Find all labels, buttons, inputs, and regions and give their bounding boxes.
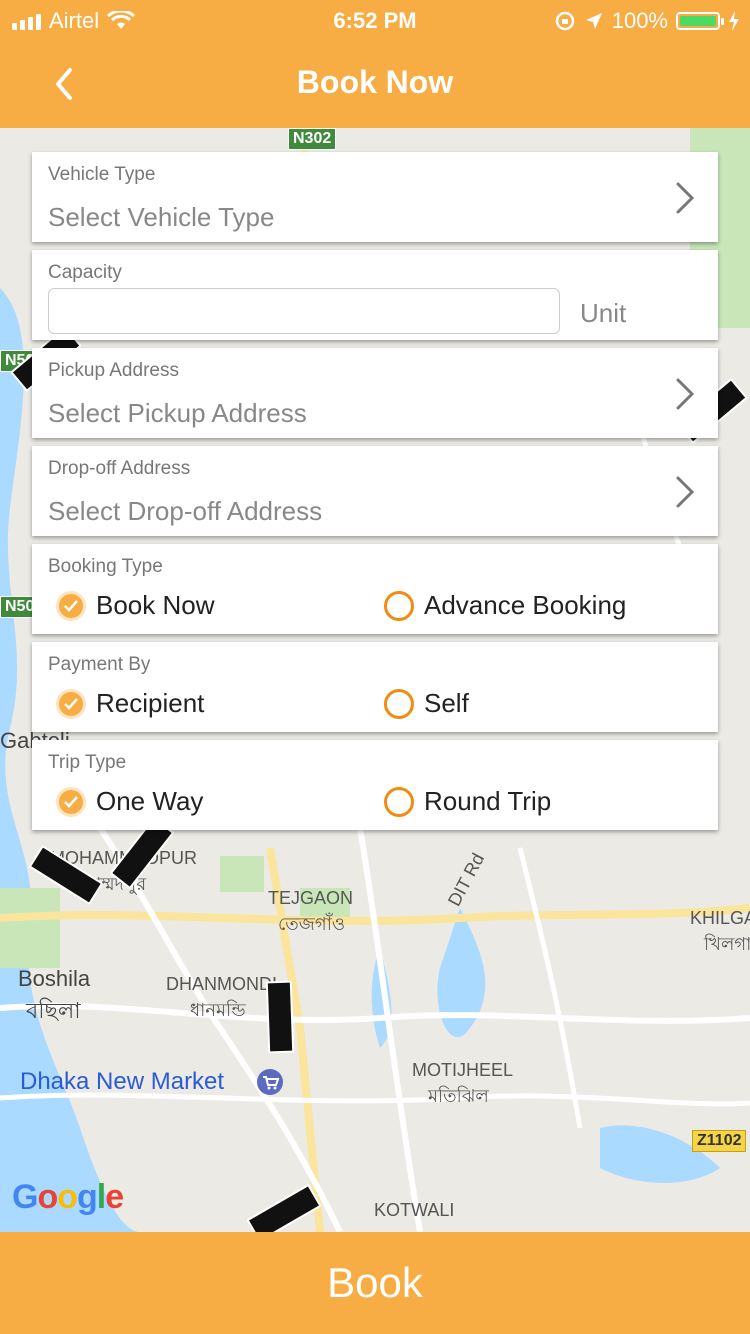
capacity-input[interactable] [48, 288, 560, 334]
map-label-motijheel-bn: মতিঝিল [428, 1086, 489, 1106]
dropoff-address-label: Drop-off Address [48, 458, 191, 479]
map-label-tejgaon-bn: তেজগাঁও [278, 914, 346, 934]
payment-by-label: Payment By [48, 654, 151, 675]
truck-marker[interactable] [265, 980, 295, 1054]
google-logo: Google [12, 1178, 124, 1216]
map-label-tejgaon: TEJGAON [268, 888, 354, 908]
shopping-cart-icon [257, 1069, 283, 1095]
map-label-khilgaon-bn: খিলগা [704, 934, 750, 954]
booking-type-label: Booking Type [48, 556, 163, 577]
dropoff-address-selector[interactable]: Drop-off Address Select Drop-off Address [32, 446, 718, 536]
pickup-address-label: Pickup Address [48, 360, 179, 381]
radio-checked-icon [56, 688, 86, 719]
dropoff-address-placeholder: Select Drop-off Address [48, 496, 323, 526]
map-label-boshila-bn: বছিলা [26, 998, 81, 1023]
map-label-new-market: Dhaka New Market [20, 1068, 225, 1095]
capacity-unit: Unit [580, 298, 627, 328]
radio-label: Self [424, 688, 469, 718]
navigation-bar: Book Now [0, 42, 750, 128]
radio-book-now[interactable]: Book Now [56, 590, 215, 621]
status-bar: Airtel 6:52 PM 100% [0, 0, 750, 42]
capacity-label: Capacity [48, 262, 122, 283]
map-label-dhanmondi: DHANMONDI [166, 974, 277, 994]
payment-by-card: Payment By Recipient Self [32, 642, 718, 732]
radio-self[interactable]: Self [384, 688, 469, 719]
radio-label: Book Now [96, 590, 215, 620]
vehicle-type-label: Vehicle Type [48, 164, 156, 185]
page-title: Book Now [296, 64, 454, 100]
radio-label: Recipient [96, 688, 205, 718]
map-label-dhanmondi-bn: ধানমন্ডি [190, 1000, 246, 1020]
location-arrow-icon [585, 13, 602, 29]
radio-unchecked-icon [384, 688, 414, 719]
trip-type-card: Trip Type One Way Round Trip [32, 740, 718, 830]
chevron-right-icon [676, 378, 695, 410]
radio-unchecked-icon [384, 590, 414, 621]
radio-label: One Way [96, 786, 204, 816]
radio-label: Advance Booking [424, 590, 627, 620]
charging-icon [729, 11, 739, 31]
pickup-address-selector[interactable]: Pickup Address Select Pickup Address [32, 348, 718, 438]
vehicle-type-placeholder: Select Vehicle Type [48, 202, 275, 232]
trip-type-label: Trip Type [48, 752, 127, 773]
rotation-lock-icon [555, 11, 574, 31]
road-shield-z1102: Z1102 [692, 1130, 747, 1152]
radio-round-trip[interactable]: Round Trip [384, 786, 551, 817]
capacity-card: Capacity Unit [32, 250, 718, 340]
map-label-boshila: Boshila [18, 966, 91, 991]
radio-advance-booking[interactable]: Advance Booking [384, 590, 626, 621]
pickup-address-placeholder: Select Pickup Address [48, 398, 307, 428]
radio-recipient[interactable]: Recipient [56, 688, 204, 719]
radio-checked-icon [56, 590, 86, 621]
radio-label: Round Trip [424, 786, 552, 816]
booking-type-card: Booking Type Book Now Advance Booking [32, 544, 718, 634]
book-button[interactable]: Book [0, 1232, 750, 1334]
radio-one-way[interactable]: One Way [56, 786, 203, 817]
radio-checked-icon [56, 786, 86, 817]
battery-percent: 100% [611, 8, 668, 33]
chevron-right-icon [676, 476, 695, 508]
battery-icon [676, 12, 724, 30]
map-label-kotwali: KOTWALI [374, 1200, 455, 1220]
road-shield-n302: N302 [288, 128, 337, 150]
vehicle-type-selector[interactable]: Vehicle Type Select Vehicle Type [32, 152, 718, 242]
radio-unchecked-icon [384, 786, 414, 817]
map-label-khilgaon: KHILGA [690, 908, 750, 928]
chevron-right-icon [676, 182, 695, 214]
map-label-motijheel: MOTIJHEEL [412, 1060, 514, 1080]
